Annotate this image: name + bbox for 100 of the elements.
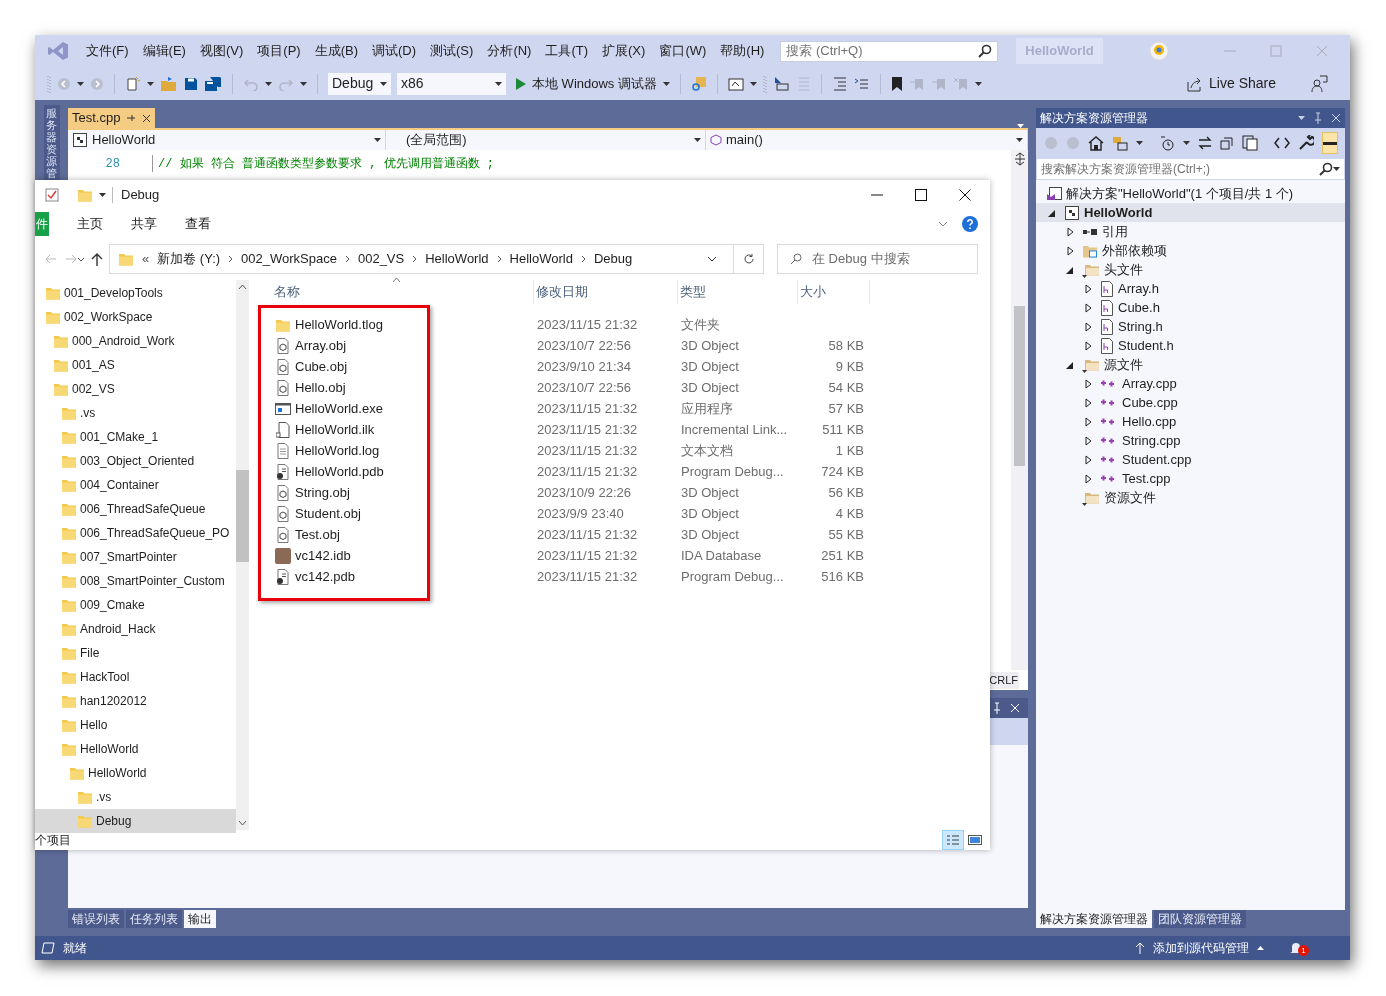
feedback-icon[interactable] (1310, 74, 1328, 93)
server-explorer-tab[interactable]: 服务器资源管 (43, 105, 60, 182)
menu-item[interactable]: 扩展(X) (595, 41, 653, 61)
caret-icon[interactable] (1136, 141, 1143, 145)
caret-icon[interactable] (300, 81, 307, 86)
file-name[interactable]: vc142.idb (295, 545, 351, 566)
find-icon[interactable] (690, 75, 707, 92)
tree-item[interactable]: HelloWorld (1036, 203, 1345, 222)
breadcrumb-item[interactable]: HelloWorld (425, 249, 489, 269)
menu-item[interactable]: 工具(T) (538, 41, 596, 61)
column-header[interactable]: 修改日期 (536, 282, 588, 302)
menu-item[interactable]: 项目(P) (250, 41, 308, 61)
menu-item[interactable]: 文件(F) (79, 41, 136, 61)
tree-item[interactable]: Cube.h (1036, 298, 1345, 317)
panel-tab[interactable]: 错误列表 (68, 910, 124, 928)
address-dropdown-icon[interactable] (707, 256, 717, 262)
show-all-files-icon[interactable] (1242, 135, 1258, 151)
search-field[interactable]: 搜索 (Ctrl+Q) (780, 40, 999, 62)
tab-overflow-icon[interactable] (1017, 124, 1024, 128)
menu-item[interactable]: 测试(S) (423, 41, 481, 61)
dropdown-arrow-icon[interactable] (495, 81, 502, 86)
save-icon[interactable] (184, 76, 198, 91)
folder-tree-item[interactable]: .vs (35, 401, 236, 425)
folder-tree-item[interactable]: 008_SmartPointer_Custom (35, 569, 236, 593)
breadcrumb-item[interactable]: HelloWorld (509, 249, 573, 269)
tree-item[interactable]: 资源文件 (1036, 488, 1345, 507)
file-name[interactable]: HelloWorld.log (295, 440, 380, 461)
dropdown-arrow-icon[interactable] (662, 81, 670, 86)
tree-item[interactable]: 头文件 (1036, 260, 1345, 279)
search-field[interactable]: 在 Debug 中搜索 (777, 244, 978, 274)
menu-item[interactable]: 视图(V) (192, 41, 251, 61)
tree-item[interactable]: Array.cpp (1036, 374, 1345, 393)
breadcrumb-item[interactable]: 新加卷 (Y:) (157, 249, 221, 269)
new-item-icon[interactable] (125, 75, 141, 92)
tree-item[interactable]: Student.cpp (1036, 450, 1345, 469)
file-name[interactable]: HelloWorld.tlog (295, 314, 383, 335)
scrollbar[interactable] (236, 280, 249, 830)
caret-icon[interactable] (1183, 141, 1190, 145)
caret-icon[interactable] (265, 81, 272, 86)
folder-tree-item[interactable]: HelloWorld (35, 737, 236, 761)
save-all-icon[interactable] (204, 75, 222, 92)
scroll-down-icon[interactable] (238, 820, 247, 826)
tree-item[interactable]: Cube.cpp (1036, 393, 1345, 412)
folder-tree-item[interactable]: Hello (35, 713, 236, 737)
pending-changes-icon[interactable] (1159, 135, 1175, 151)
live-share-button[interactable]: Live Share (1187, 73, 1276, 94)
tree-item[interactable]: 源文件 (1036, 355, 1345, 374)
tree-item[interactable]: String.h (1036, 317, 1345, 336)
file-name[interactable]: Array.obj (295, 335, 347, 356)
editor-tab[interactable]: Test.cpp (68, 108, 156, 128)
overflow-marker[interactable]: « (142, 249, 150, 269)
expand-ribbon-icon[interactable] (938, 221, 948, 227)
up-icon[interactable] (91, 252, 103, 266)
file-name[interactable]: Student.obj (295, 503, 361, 524)
folder-tree-item[interactable]: 007_SmartPointer (35, 545, 236, 569)
bookmark-icon[interactable] (890, 75, 903, 92)
overflow-icon[interactable] (974, 81, 982, 86)
folder-tree-item[interactable]: 001_DevelopTools (35, 281, 236, 305)
menu-item[interactable]: 帮助(H) (713, 41, 772, 61)
source-control-button[interactable]: 添加到源代码管理 (1135, 939, 1264, 957)
file-name[interactable]: Hello.obj (295, 377, 346, 398)
close-icon[interactable] (142, 113, 152, 123)
column-header[interactable]: 名称 (274, 282, 300, 302)
file-name[interactable]: String.obj (295, 482, 350, 503)
dropdown-arrow-icon[interactable] (694, 138, 701, 142)
file-name[interactable]: Test.obj (295, 524, 340, 545)
folder-tree-item[interactable]: 006_ThreadSafeQueue (35, 497, 236, 521)
recent-locations-icon[interactable] (77, 256, 85, 262)
scroll-thumb[interactable] (236, 470, 249, 562)
folder-tree-item[interactable]: 000_Android_Work (35, 329, 236, 353)
pin-icon[interactable] (126, 113, 137, 123)
tree-item[interactable]: 引用 (1036, 222, 1345, 241)
panel-tab[interactable]: 团队资源管理器 (1154, 910, 1246, 928)
large-icons-view-icon[interactable] (968, 834, 982, 846)
folder-tree-item[interactable]: 001_CMake_1 (35, 425, 236, 449)
close-icon[interactable] (958, 189, 972, 201)
menu-item[interactable]: 编辑(E) (135, 41, 193, 61)
menu-item[interactable]: 窗口(W) (652, 41, 714, 61)
panel-tab[interactable]: 任务列表 (126, 910, 182, 928)
file-name[interactable]: vc142.pdb (295, 566, 355, 587)
split-icon[interactable] (1013, 152, 1026, 166)
notifications-button[interactable]: 1 (1290, 939, 1308, 957)
folder-tree-item[interactable]: 009_Cmake (35, 593, 236, 617)
decrease-indent-icon[interactable] (831, 75, 848, 92)
ribbon-tab[interactable]: 查看 (181, 214, 215, 234)
help-icon[interactable] (962, 216, 978, 232)
home-icon[interactable] (1088, 135, 1104, 151)
menu-item[interactable]: 分析(N) (480, 41, 539, 61)
scrollbar[interactable] (1011, 150, 1028, 670)
folder-tree-item[interactable]: HackTool (35, 665, 236, 689)
folder-tree-item[interactable]: File (35, 641, 236, 665)
column-header[interactable]: 大小 (800, 282, 826, 302)
refresh-button[interactable] (734, 244, 764, 274)
folder-tree-item[interactable]: .vs (35, 785, 236, 809)
tree-item[interactable]: Test.cpp (1036, 469, 1345, 488)
step-icon[interactable] (772, 75, 789, 92)
folder-tree-item[interactable]: 002_WorkSpace (35, 305, 236, 329)
panel-tab[interactable]: 输出 (184, 910, 216, 928)
file-name[interactable]: HelloWorld.ilk (295, 419, 375, 440)
address-bar[interactable]: « 新加卷 (Y:) 002_WorkSpace 002_VS HelloWorld HelloWorld Debug (109, 244, 734, 274)
